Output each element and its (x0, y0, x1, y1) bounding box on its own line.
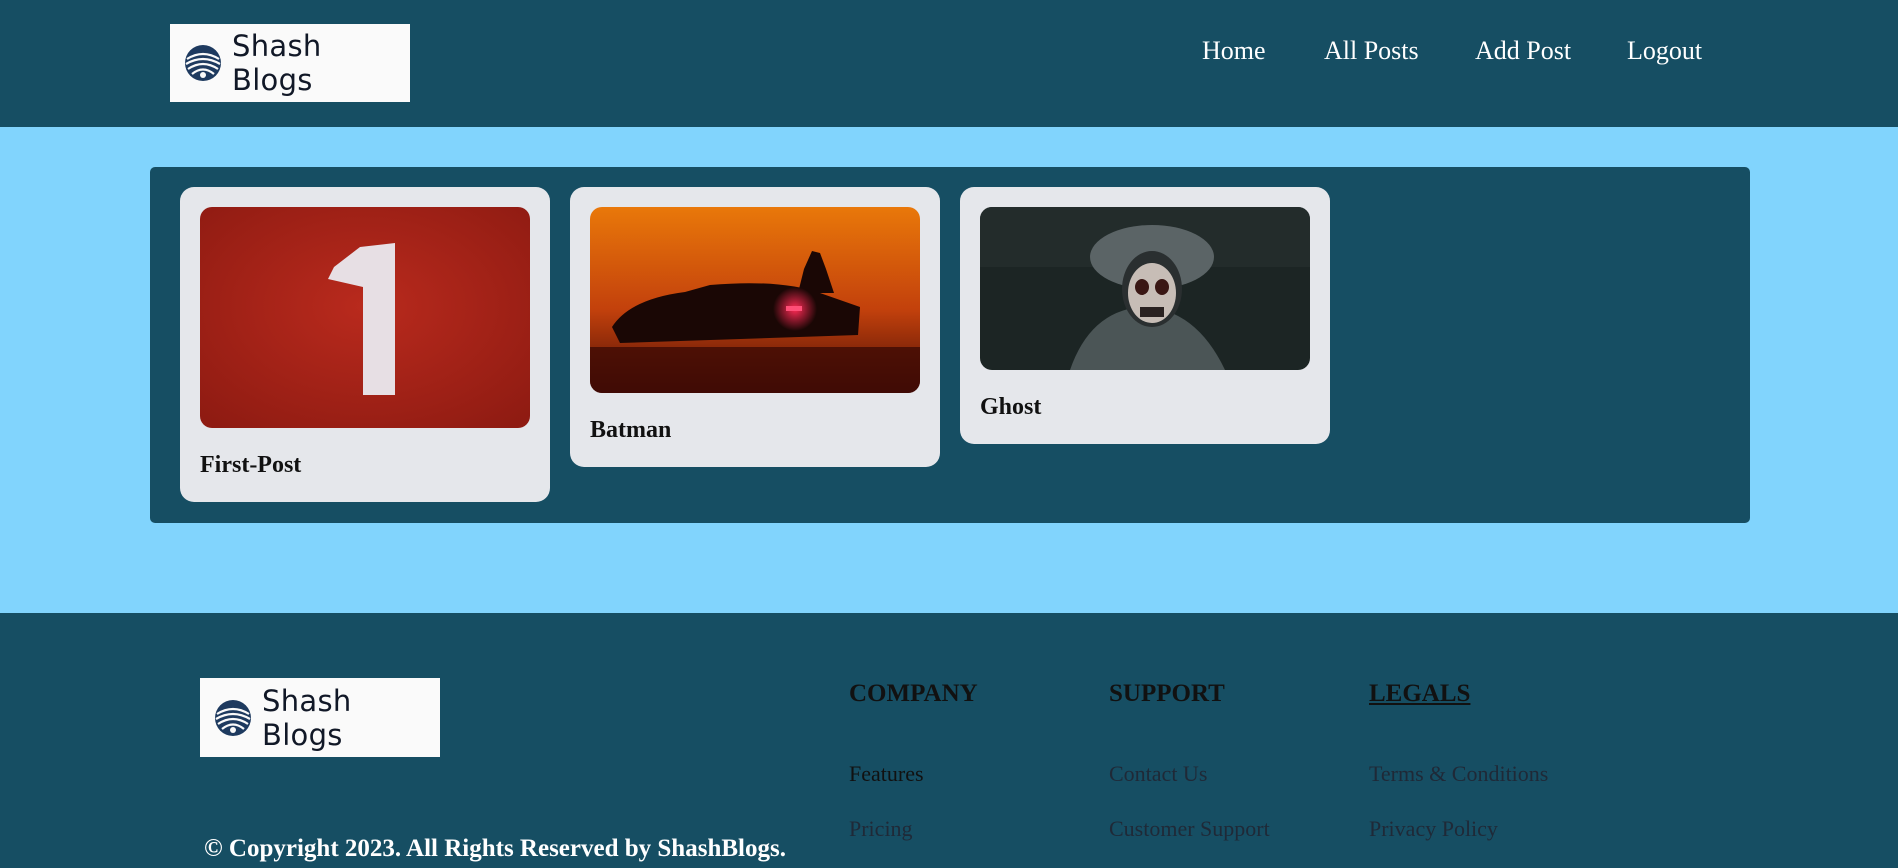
nav-logout[interactable]: Logout (1627, 36, 1702, 66)
post-card-ghost[interactable]: Ghost (960, 187, 1330, 444)
nav-home[interactable]: Home (1202, 36, 1266, 66)
footer-heading-support: SUPPORT (1109, 680, 1225, 707)
globe-swirl-logo-icon (185, 45, 221, 81)
main-content: First-Post Batman Ghost (0, 127, 1898, 613)
post-title[interactable]: Ghost (980, 394, 1041, 421)
nav-all-posts[interactable]: All Posts (1324, 36, 1419, 66)
brand-name: Shash Blogs (262, 683, 352, 752)
post-card-first-post[interactable]: First-Post (180, 187, 550, 502)
site-header: Shash Blogs Home All Posts Add Post Logo… (0, 0, 1898, 127)
footer-link-customer-support[interactable]: Customer Support (1109, 816, 1270, 842)
post-card-batman[interactable]: Batman (570, 187, 940, 467)
footer-link-features[interactable]: Features (849, 761, 924, 787)
post-title[interactable]: Batman (590, 417, 671, 444)
header-logo[interactable]: Shash Blogs (170, 24, 410, 102)
post-title[interactable]: First-Post (200, 452, 301, 479)
footer-link-contact-us[interactable]: Contact Us (1109, 761, 1207, 787)
post-image-batman[interactable] (590, 207, 920, 393)
globe-swirl-logo-icon (215, 699, 251, 736)
nav-add-post[interactable]: Add Post (1475, 36, 1571, 66)
footer-logo[interactable]: Shash Blogs (200, 678, 440, 757)
site-footer: Shash Blogs © Copyright 2023. All Rights… (0, 613, 1898, 868)
copyright-text: © Copyright 2023. All Rights Reserved by… (204, 835, 786, 862)
footer-heading-company: COMPANY (849, 680, 978, 707)
post-image-first-post[interactable] (200, 207, 530, 428)
footer-link-pricing[interactable]: Pricing (849, 816, 913, 842)
post-image-ghost[interactable] (980, 207, 1310, 370)
footer-link-privacy-policy[interactable]: Privacy Policy (1369, 816, 1498, 842)
footer-link-terms[interactable]: Terms & Conditions (1369, 761, 1548, 787)
posts-grid: First-Post Batman Ghost (150, 167, 1750, 523)
footer-heading-legals[interactable]: LEGALS (1369, 680, 1470, 708)
brand-name: Shash Blogs (232, 29, 322, 97)
